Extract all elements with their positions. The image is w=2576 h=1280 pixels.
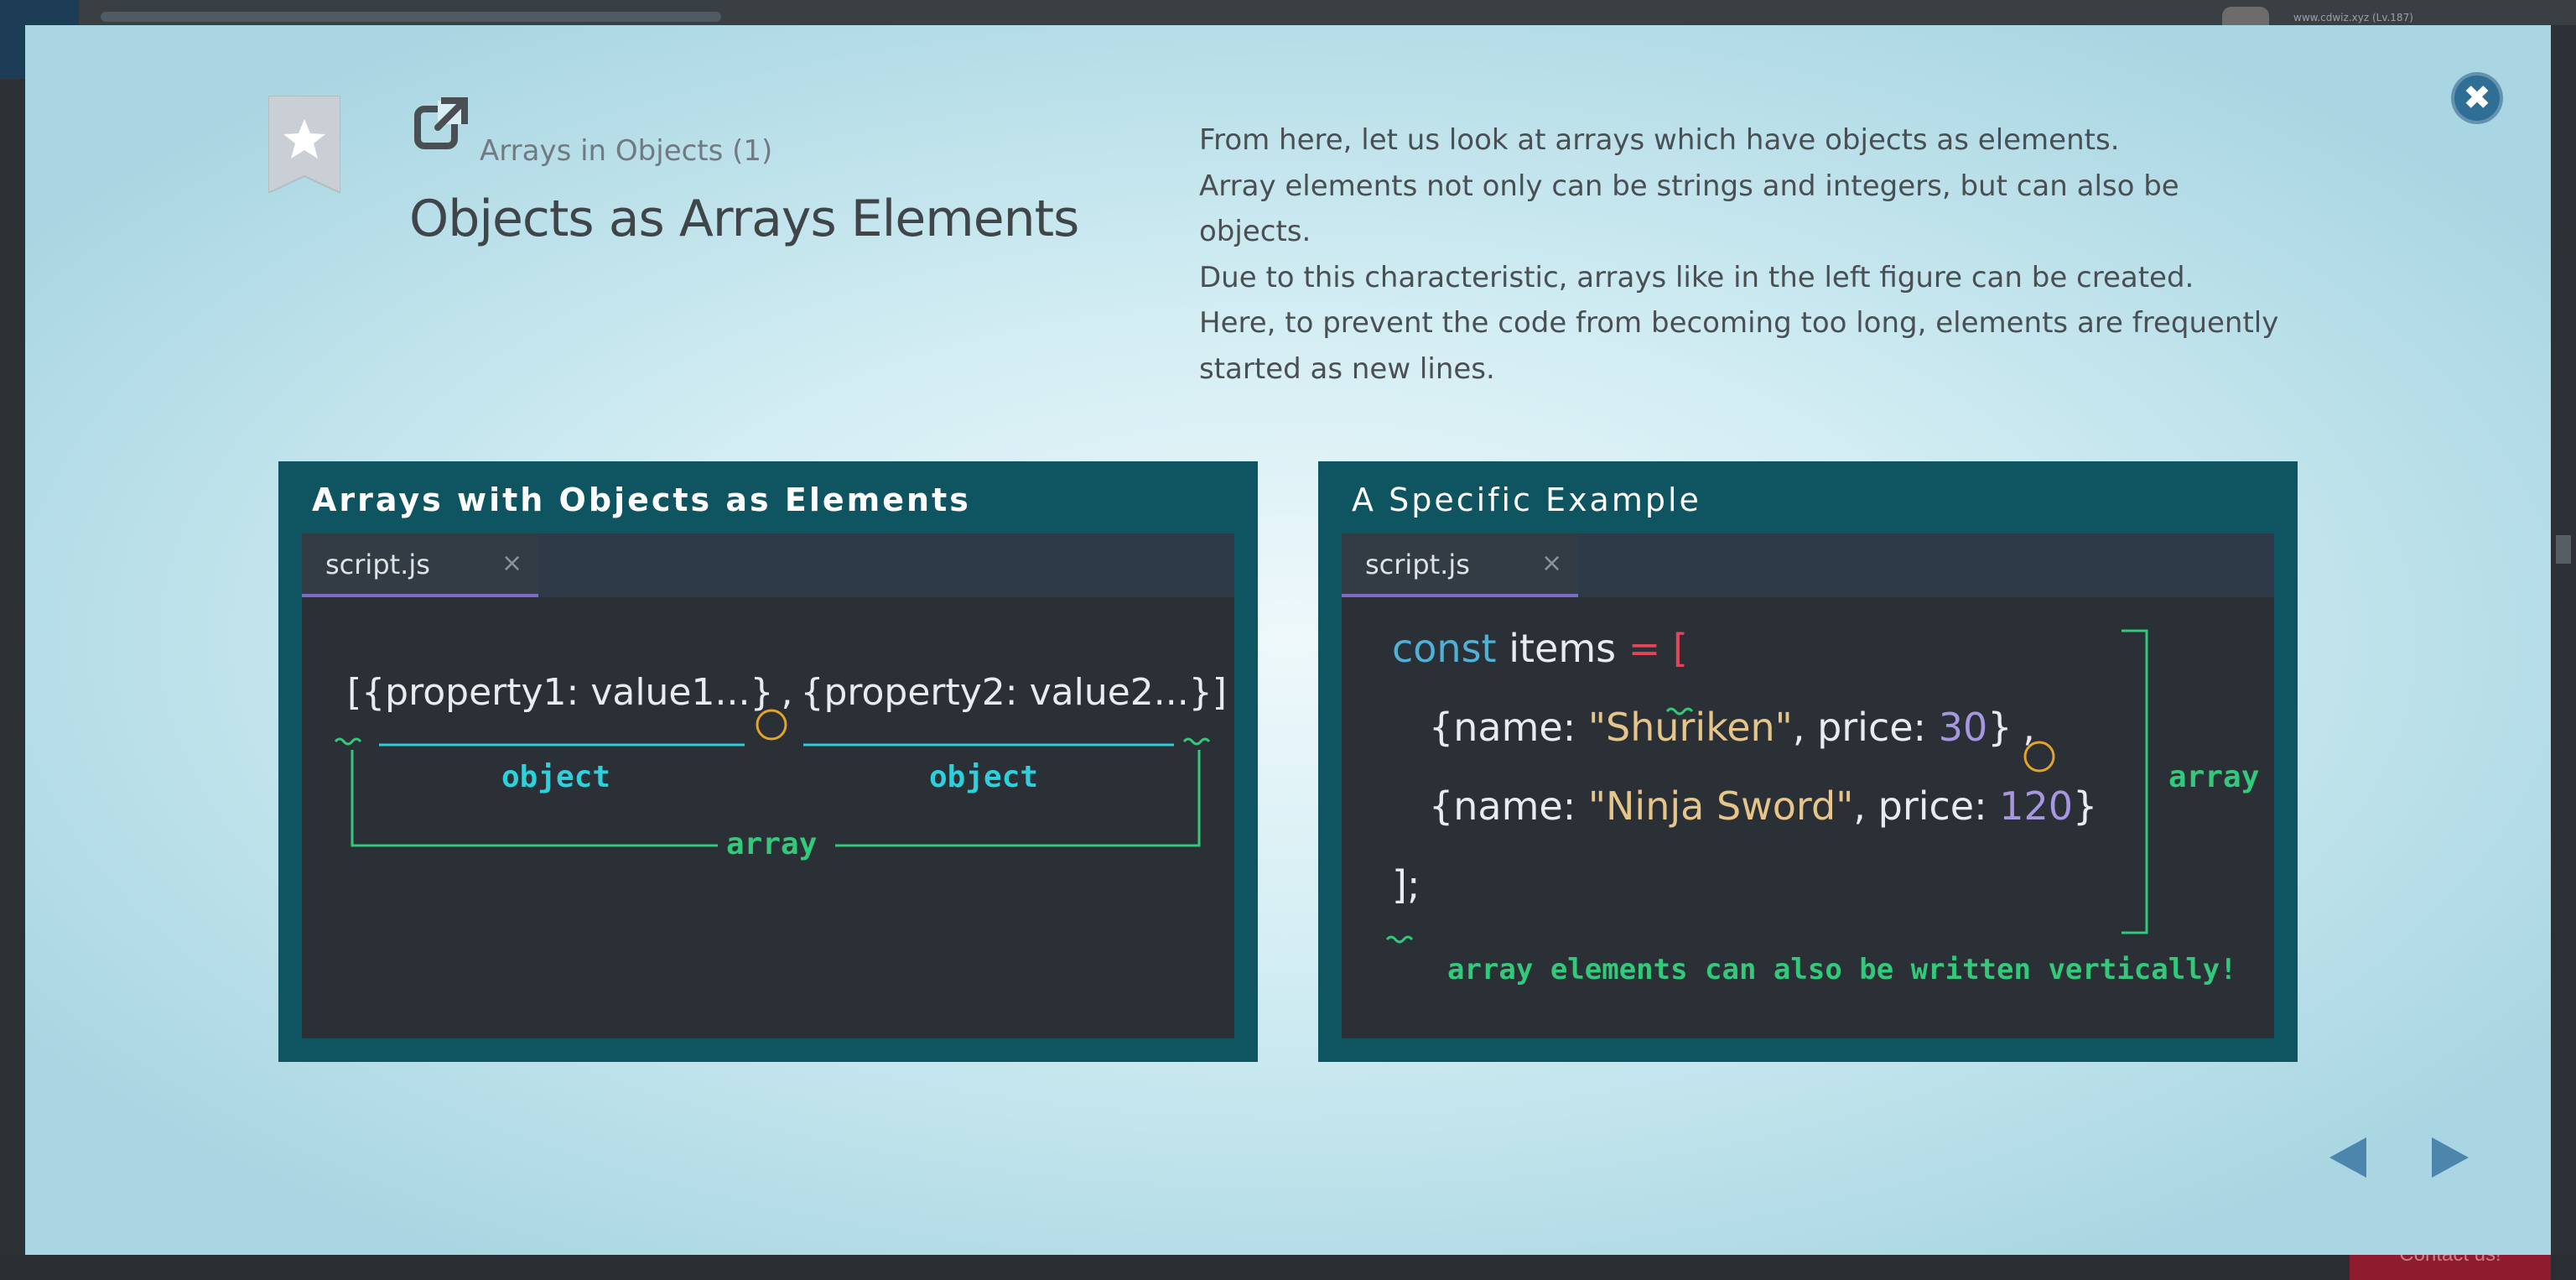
note-vertical: array elements can also be written verti… (1447, 953, 2237, 986)
close-icon: ✖ (2463, 79, 2491, 117)
next-arrow-icon[interactable] (2432, 1137, 2469, 1178)
scrollbar-thumb[interactable] (2556, 535, 2571, 564)
description-paragraph: Here, to prevent the code from becoming … (1199, 306, 2279, 386)
description-paragraph: Array elements not only can be strings a… (1199, 169, 2179, 249)
external-link-icon[interactable] (413, 92, 473, 153)
page-title: Objects as Arrays Elements (409, 190, 1079, 248)
code-editor: script.js × const items = [ {name: "Shur… (1342, 533, 2274, 1038)
label-array: array (726, 827, 818, 861)
array-annotation-lines (334, 709, 1211, 847)
bookmark-star-icon[interactable] (268, 96, 340, 193)
user-info[interactable]: www.cdwiz.xyz (Lv.187) (2293, 12, 2413, 23)
slide-specific-example: A Specific Example script.js × const ite… (1318, 461, 2298, 1062)
slide-heading: Arrays with Objects as Elements (312, 481, 971, 518)
lesson-description: From here, let us look at arrays which h… (1199, 117, 2289, 392)
prev-arrow-icon[interactable] (2329, 1137, 2366, 1178)
lesson-subtitle[interactable]: Arrays in Objects (1) (480, 134, 772, 168)
avatar[interactable] (2222, 7, 2269, 25)
app-search-bar[interactable] (101, 12, 721, 22)
label-object: object (501, 760, 611, 794)
description-paragraph: From here, let us look at arrays which h… (1199, 123, 2120, 157)
slide-arrays-with-objects: Arrays with Objects as Elements script.j… (278, 461, 1258, 1062)
slide-heading: A Specific Example (1352, 481, 1701, 518)
app-bottom-bar (0, 1255, 2576, 1280)
close-button[interactable]: ✖ (2451, 72, 2503, 124)
code-editor: script.js × [{property1: value1...}, {pro… (302, 533, 1234, 1038)
label-object: object (929, 760, 1039, 794)
lesson-modal: ✖ Arrays in Objects (1) Objects as Array… (25, 25, 2551, 1255)
description-paragraph: Due to this characteristic, arrays like … (1199, 260, 2194, 294)
label-array: array (2168, 760, 2260, 794)
